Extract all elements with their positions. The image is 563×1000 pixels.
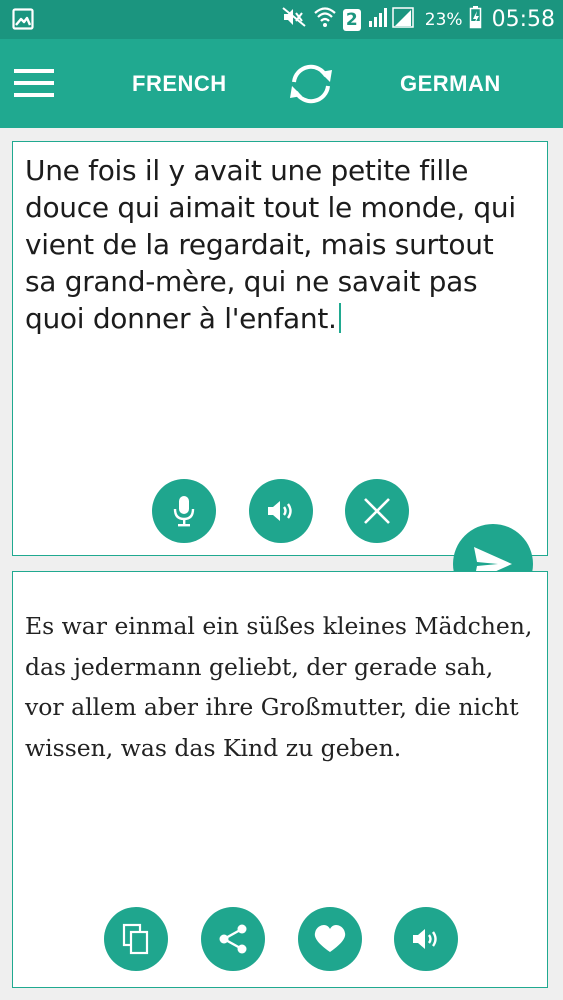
copy-icon (122, 923, 149, 955)
favorite-icon (314, 925, 346, 952)
gallery-icon (12, 8, 34, 35)
source-language-button[interactable]: FRENCH (132, 39, 227, 128)
status-clock: 05:58 (491, 7, 555, 32)
status-icons: 2 23% 05:58 (281, 0, 555, 39)
share-icon (219, 924, 247, 954)
app-bar: FRENCH GERMAN (0, 39, 563, 128)
signal-icon (367, 5, 417, 34)
speaker-icon (413, 929, 437, 949)
source-speak-button[interactable] (249, 479, 313, 543)
translation-speak-button[interactable] (394, 907, 458, 971)
wifi-icon (313, 5, 337, 34)
text-caret (338, 303, 341, 333)
swap-languages-button[interactable] (284, 60, 338, 108)
mute-icon (281, 6, 307, 33)
source-text-panel: Une fois il y avait une petite fille dou… (12, 141, 548, 556)
battery-percent: 23% (424, 9, 463, 30)
status-bar: 2 23% 05:58 (0, 0, 563, 39)
source-text-input[interactable]: Une fois il y avait une petite fille dou… (25, 152, 533, 337)
menu-button[interactable] (14, 66, 54, 100)
copy-button[interactable] (104, 907, 168, 971)
clear-text-button[interactable] (345, 479, 409, 543)
sim-slot-badge: 2 (342, 8, 361, 31)
speaker-icon (268, 501, 292, 521)
microphone-button[interactable] (152, 479, 216, 543)
favorite-button[interactable] (298, 907, 362, 971)
clear-icon (364, 498, 390, 524)
source-text-content: Une fois il y avait une petite fille dou… (25, 154, 516, 335)
translation-panel: Es war einmal ein süßes kleines Mädchen,… (12, 571, 548, 988)
microphone-icon (173, 496, 195, 527)
target-language-button[interactable]: GERMAN (400, 39, 501, 128)
translation-text: Es war einmal ein süßes kleines Mädchen,… (25, 612, 533, 762)
share-button[interactable] (201, 907, 265, 971)
swap-icon (290, 64, 332, 104)
battery-charging-icon (469, 5, 482, 34)
hamburger-menu-icon (14, 69, 54, 97)
